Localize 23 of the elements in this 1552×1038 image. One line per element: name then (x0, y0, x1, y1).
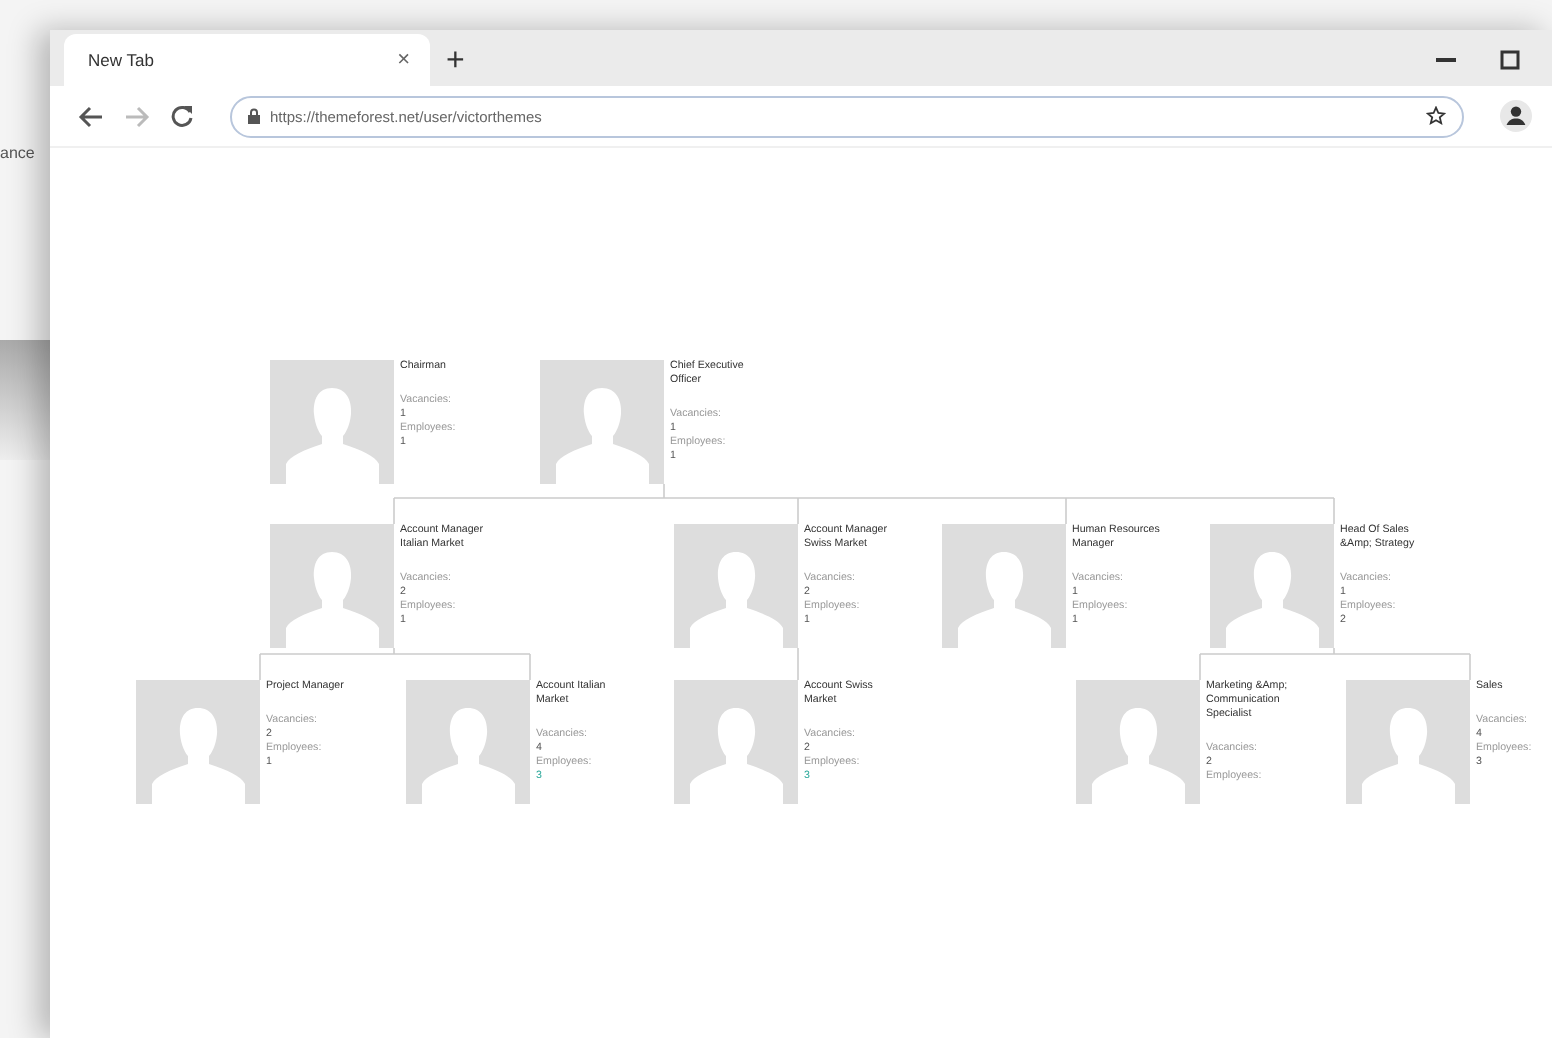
new-tab-button[interactable]: + (446, 44, 465, 80)
person-silhouette-icon (1224, 548, 1320, 648)
person-silhouette-icon (420, 704, 516, 804)
connector-line (797, 647, 799, 681)
person-silhouette-icon (284, 548, 380, 648)
background-window-edge (0, 340, 50, 460)
person-silhouette-icon (554, 384, 650, 484)
star-icon[interactable] (1426, 106, 1446, 126)
back-arrow-icon[interactable] (78, 105, 104, 127)
profile-icon[interactable] (1500, 100, 1532, 132)
browser-tab[interactable]: New Tab × (64, 34, 430, 86)
reload-icon[interactable] (170, 104, 194, 128)
person-silhouette-icon (1360, 704, 1456, 804)
person-silhouette-icon (150, 704, 246, 804)
person-silhouette-icon (688, 704, 784, 804)
person-silhouette-icon (956, 548, 1052, 648)
maximize-icon[interactable] (1500, 50, 1520, 70)
background-text: ance (0, 144, 35, 162)
person-silhouette-icon (688, 548, 784, 648)
lock-icon (248, 108, 260, 124)
person-silhouette-icon (284, 384, 380, 484)
person-silhouette-icon (1090, 704, 1186, 804)
tab-close-button[interactable]: × (397, 48, 410, 72)
